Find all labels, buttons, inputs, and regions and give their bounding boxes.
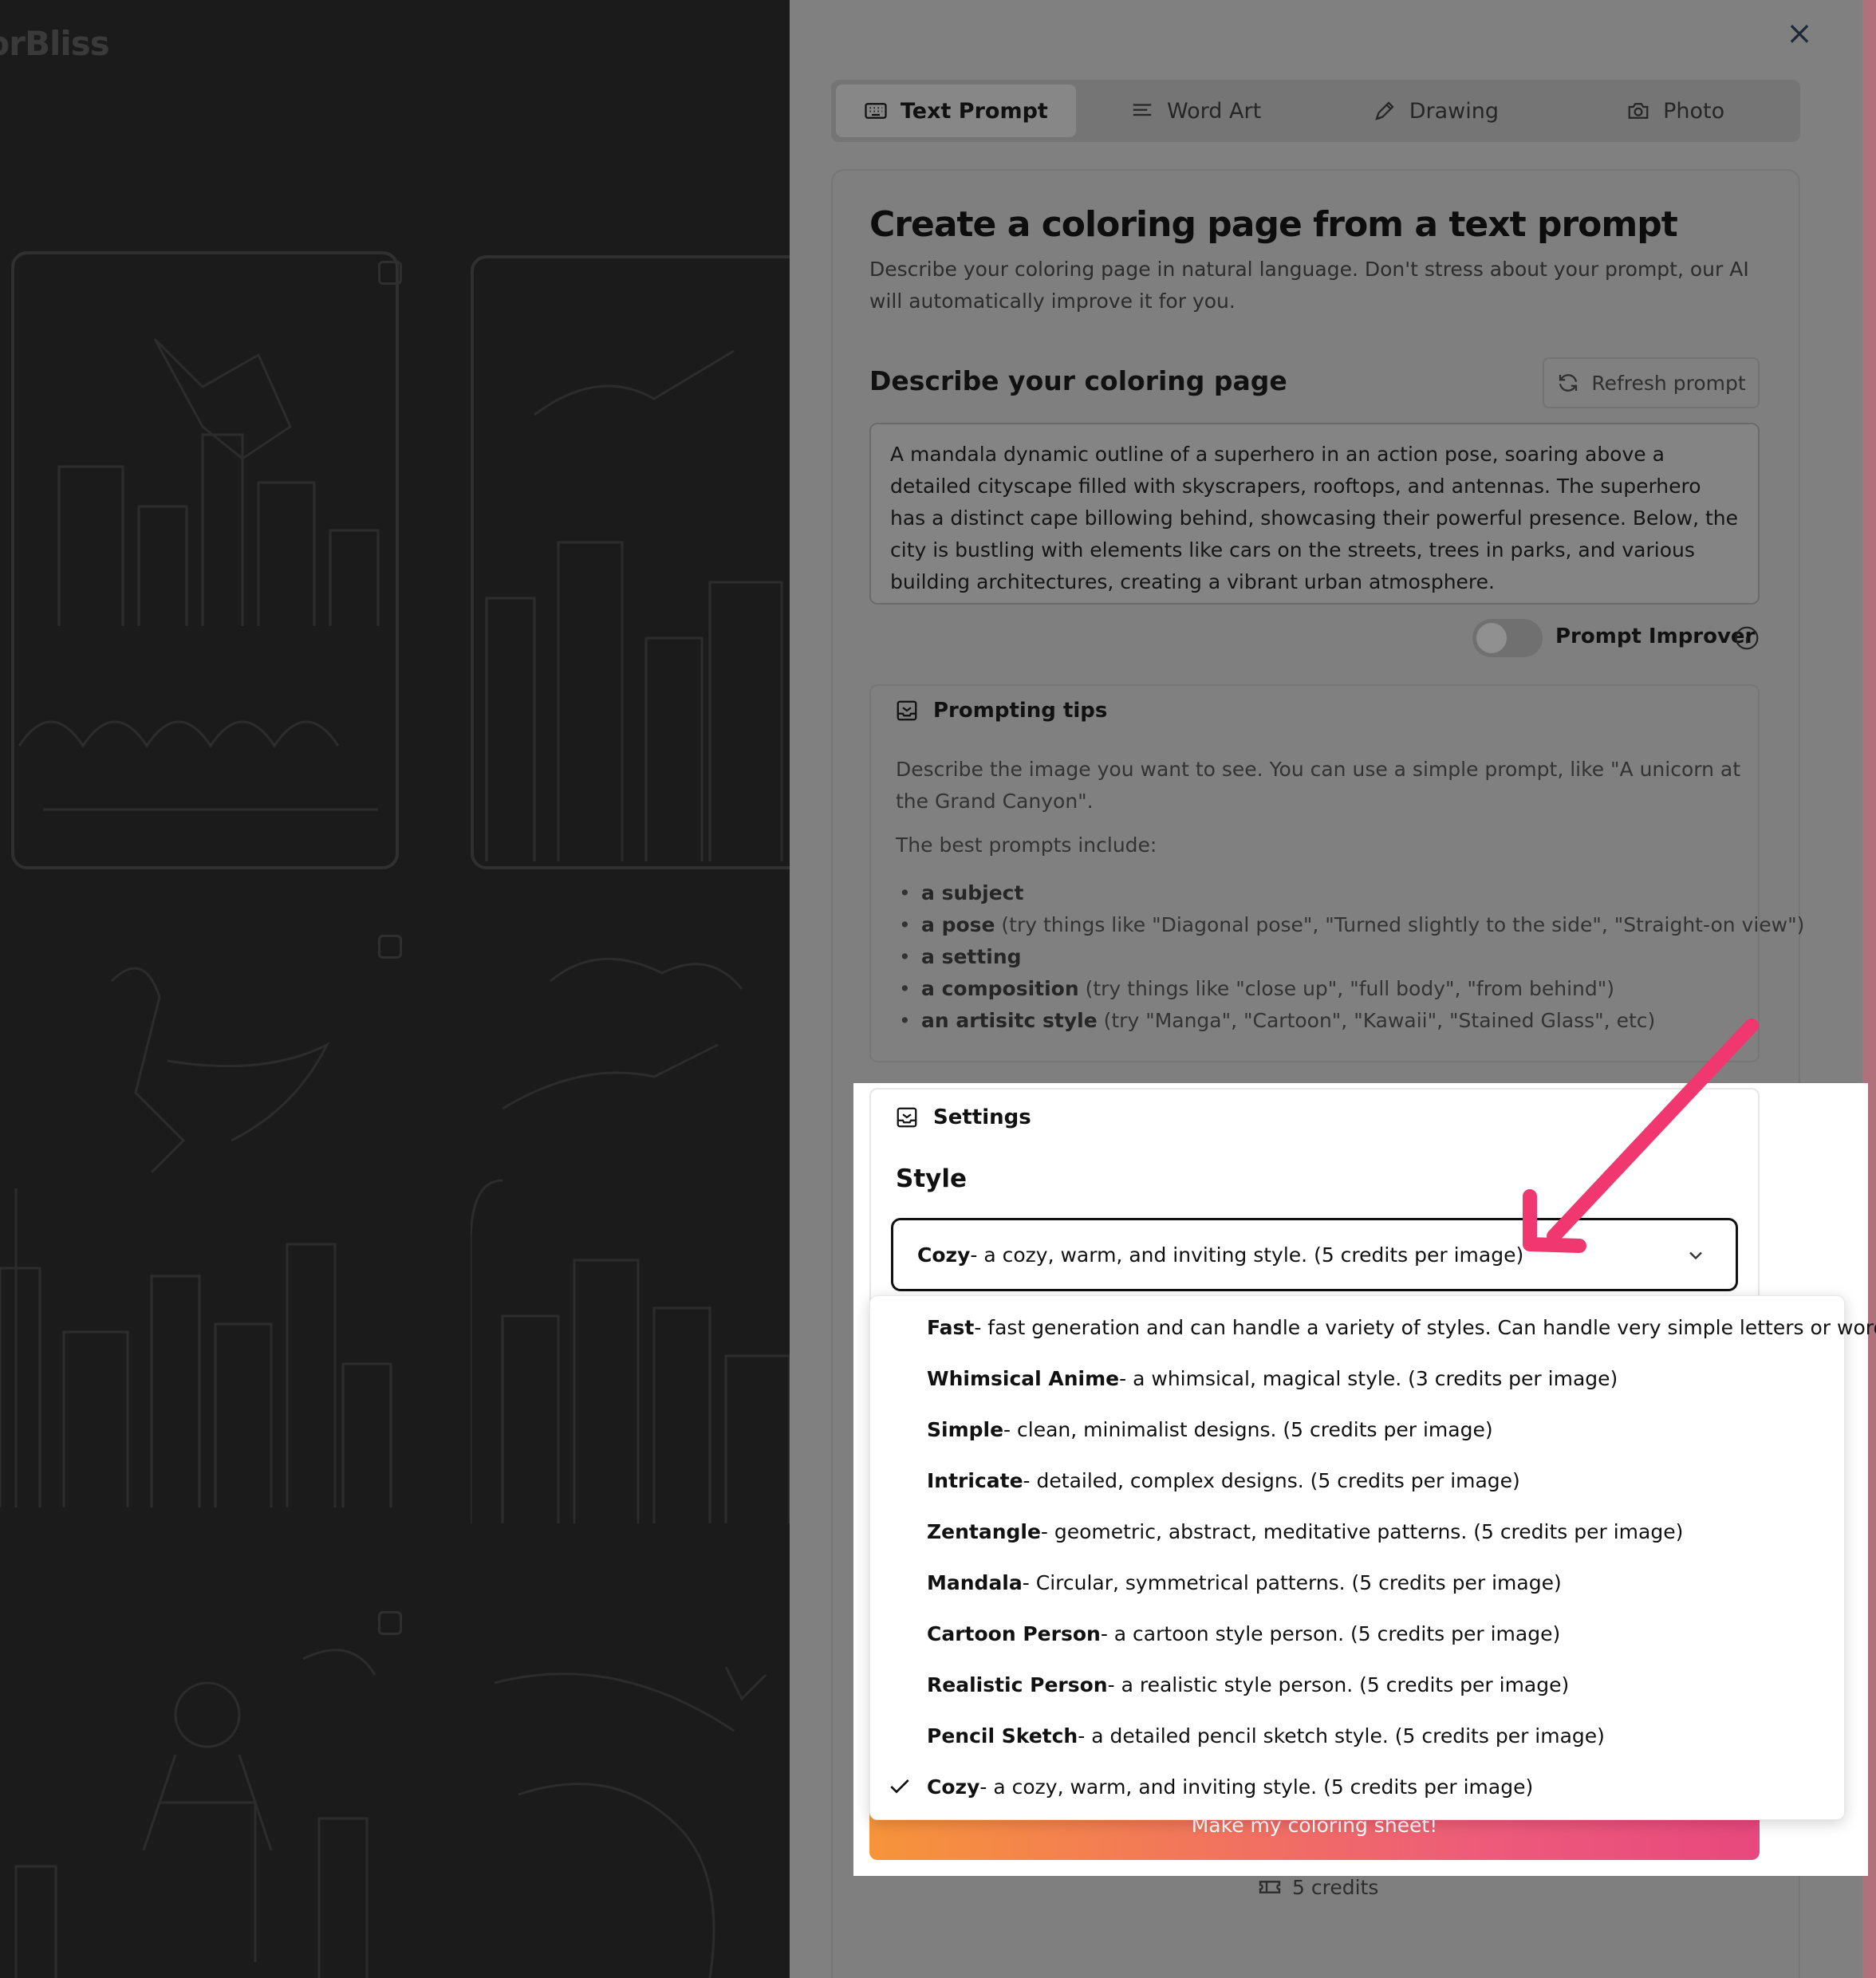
tips-intro: Describe the image you want to see. You … (896, 758, 1740, 813)
collapse-box-icon (897, 1107, 917, 1128)
gallery-tile[interactable] (0, 1595, 402, 1978)
style-select[interactable]: Cozy - a cozy, warm, and inviting style.… (891, 1218, 1738, 1291)
style-option-cozy[interactable]: Cozy - a cozy, warm, and inviting style.… (927, 1764, 1533, 1809)
pencil-icon (1374, 101, 1394, 120)
style-option-zentangle[interactable]: Zentangle - geometric, abstract, meditat… (927, 1509, 1683, 1554)
style-option-realistic-person[interactable]: Realistic Person - a realistic style per… (927, 1662, 1569, 1707)
style-option-whimsical-anime[interactable]: Whimsical Anime - a whimsical, magical s… (927, 1356, 1618, 1401)
tips-best-label: The best prompts include: (896, 833, 1157, 857)
style-option-mandala[interactable]: Mandala - Circular, symmetrical patterns… (927, 1560, 1562, 1605)
chevron-down-icon (1689, 1251, 1702, 1260)
tile-select-checkbox[interactable] (378, 935, 402, 959)
tab-text-prompt[interactable]: Text Prompt (836, 85, 1076, 137)
tile-select-checkbox[interactable] (378, 261, 402, 285)
style-label: Style (896, 1164, 968, 1193)
tab-label: Drawing (1409, 98, 1500, 124)
style-option-cartoon-person[interactable]: Cartoon Person - a cartoon style person.… (927, 1611, 1560, 1656)
refresh-prompt-button[interactable]: Refresh prompt (1543, 357, 1760, 408)
prompting-tips-header[interactable]: Prompting tips (895, 699, 1107, 723)
selected-style-name: Cozy (917, 1243, 971, 1267)
gallery-tile[interactable] (11, 251, 402, 869)
list-item: a setting (896, 941, 1804, 973)
settings-header[interactable]: Settings (895, 1105, 1031, 1129)
mode-tabs: Text Prompt Word Art Drawing Photo (831, 80, 1800, 142)
brand-logo: lorBliss (0, 24, 110, 63)
keyboard-icon (865, 103, 887, 119)
tab-photo[interactable]: Photo (1555, 85, 1795, 137)
style-option-pencil-sketch[interactable]: Pencil Sketch - a detailed pencil sketch… (927, 1713, 1605, 1758)
text-lines-icon (1133, 104, 1152, 116)
prompt-textarea[interactable]: A mandala dynamic outline of a superhero… (869, 423, 1760, 605)
gallery-tile[interactable] (471, 933, 790, 1531)
page-subtitle: Describe your coloring page in natural l… (869, 258, 1749, 313)
list-item: an artisitc style (try "Manga", "Cartoon… (896, 1005, 1804, 1037)
tab-drawing[interactable]: Drawing (1316, 85, 1556, 137)
tab-word-art[interactable]: Word Art (1076, 85, 1316, 137)
prompting-tips-title: Prompting tips (933, 699, 1108, 723)
tips-list: a subject a pose (try things like "Diago… (896, 877, 1804, 1037)
gallery-tile[interactable] (471, 255, 790, 869)
close-button[interactable]: × (1783, 18, 1815, 49)
camera-icon (1628, 103, 1649, 119)
style-option-simple[interactable]: Simple - clean, minimalist designs. (5 c… (927, 1407, 1493, 1452)
list-item: a composition (try things like "close up… (896, 973, 1804, 1005)
tab-label: Photo (1663, 98, 1725, 124)
info-icon[interactable] (1734, 625, 1760, 651)
tab-label: Word Art (1167, 98, 1262, 124)
list-item: a subject (896, 877, 1804, 909)
selected-style-desc: - a cozy, warm, and inviting style. (5 c… (970, 1243, 1524, 1267)
tile-select-checkbox[interactable] (378, 1611, 402, 1635)
collapse-box-icon (897, 700, 917, 721)
gallery-tile[interactable] (471, 1635, 790, 1978)
style-option-fast[interactable]: Fast - fast generation and can handle a … (927, 1305, 1876, 1350)
style-option-intricate[interactable]: Intricate - detailed, complex designs. (… (927, 1458, 1520, 1503)
prompt-improver-label: Prompt Improver (1555, 625, 1756, 648)
prompt-improver-toggle[interactable] (1472, 619, 1543, 657)
settings-title: Settings (933, 1105, 1031, 1129)
checkmark-icon (890, 1779, 909, 1794)
toggle-knob (1476, 623, 1507, 653)
prompt-heading: Describe your coloring page (869, 365, 1287, 396)
list-item: a pose (try things like "Diagonal pose",… (896, 909, 1804, 941)
refresh-prompt-label: Refresh prompt (1591, 371, 1746, 395)
page-title: Create a coloring page from a text promp… (869, 204, 1678, 245)
gallery-tile[interactable] (0, 933, 402, 1523)
tab-label: Text Prompt (900, 98, 1048, 124)
coloring-gallery: lorBliss (0, 0, 790, 1978)
ticket-icon (1259, 1881, 1281, 1893)
credits-label: 5 credits (1292, 1875, 1379, 1899)
refresh-icon (1559, 374, 1578, 392)
credits-cost: 5 credits (1257, 1874, 1378, 1900)
